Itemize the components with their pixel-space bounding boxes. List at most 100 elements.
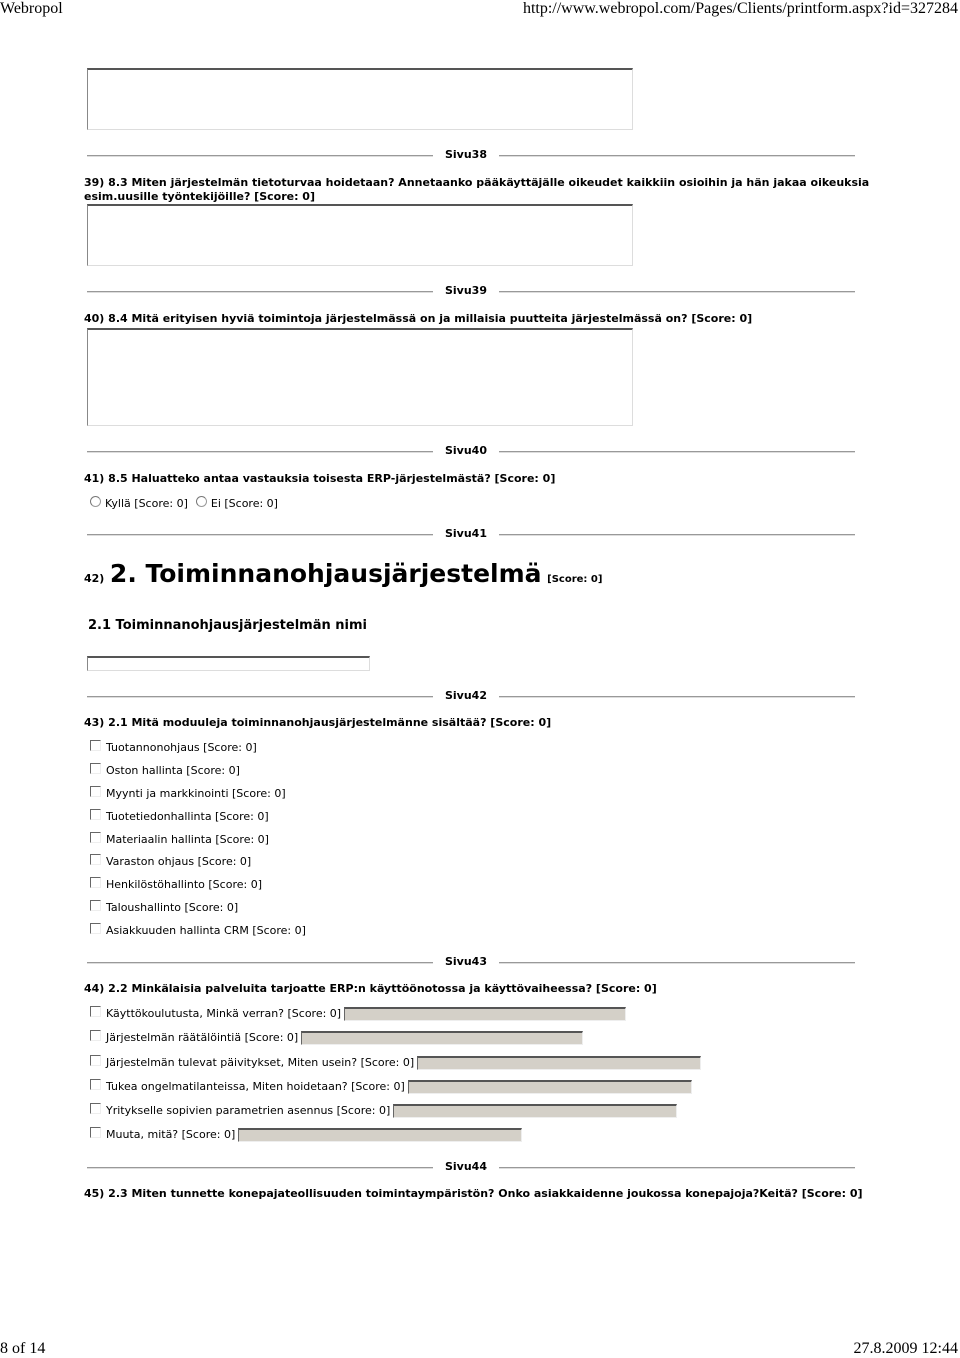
section-separator-sivu39: Sivu39 bbox=[87, 284, 855, 298]
module-option: Taloushallinto [Score: 0] bbox=[90, 899, 239, 915]
option-label: Oston hallinta [Score: 0] bbox=[106, 764, 240, 777]
page-url: http://www.webropol.com/Pages/Clients/pr… bbox=[522, 0, 958, 17]
module-option: Henkilöstöhallinto [Score: 0] bbox=[90, 876, 262, 892]
separator-line bbox=[499, 155, 855, 157]
checkbox[interactable] bbox=[90, 762, 101, 774]
separator-line bbox=[499, 534, 855, 536]
separator-line bbox=[87, 291, 433, 293]
separator-line bbox=[499, 696, 855, 698]
question-43: 43) 2.1 Mitä moduuleja toiminnanohjausjä… bbox=[84, 716, 552, 729]
section-separator-sivu44: Sivu44 bbox=[87, 1160, 855, 1174]
service-option: Järjestelmän tulevat päivitykset, Miten … bbox=[90, 1054, 702, 1070]
option-label: Henkilöstöhallinto [Score: 0] bbox=[106, 878, 262, 891]
module-option: Varaston ohjaus [Score: 0] bbox=[90, 853, 252, 869]
option-label: Taloushallinto [Score: 0] bbox=[106, 901, 239, 914]
question-42-number: 42) bbox=[84, 572, 105, 585]
service-option: Tukea ongelmatilanteissa, Miten hoidetaa… bbox=[90, 1078, 692, 1094]
checkbox[interactable] bbox=[90, 808, 101, 820]
radio-ei[interactable] bbox=[195, 495, 207, 507]
section-separator-sivu42: Sivu42 bbox=[87, 689, 855, 703]
checkbox[interactable] bbox=[90, 1126, 101, 1138]
question-41: 41) 8.5 Haluatteko antaa vastauksia tois… bbox=[84, 472, 556, 485]
option-label: Asiakkuuden hallinta CRM [Score: 0] bbox=[106, 924, 306, 937]
option-label: Muuta, mitä? [Score: 0] bbox=[106, 1128, 236, 1141]
option-label: Tukea ongelmatilanteissa, Miten hoidetaa… bbox=[106, 1080, 405, 1093]
option-label: Käyttökoulutusta, Minkä verran? [Score: … bbox=[106, 1007, 342, 1020]
separator-line bbox=[499, 291, 855, 293]
separator-line bbox=[87, 1167, 433, 1169]
option-label: Varaston ohjaus [Score: 0] bbox=[106, 855, 252, 868]
checkbox[interactable] bbox=[90, 1054, 101, 1066]
separator-line bbox=[87, 155, 433, 157]
section-separator-sivu40: Sivu40 bbox=[87, 444, 855, 458]
checkbox[interactable] bbox=[90, 785, 101, 797]
section-label: Sivu38 bbox=[444, 148, 487, 161]
question-39: 39) 8.3 Miten järjestelmän tietoturvaa h… bbox=[84, 176, 869, 204]
module-option: Tuotetiedonhallinta [Score: 0] bbox=[90, 808, 269, 824]
checkbox[interactable] bbox=[90, 831, 101, 843]
checkbox[interactable] bbox=[90, 739, 101, 751]
service-text-input[interactable] bbox=[393, 1104, 678, 1118]
question-42-heading: 42) 2. Toiminnanohjausjärjestelmä [Score… bbox=[84, 560, 602, 594]
separator-line bbox=[87, 451, 433, 453]
option-label: Järjestelmän räätälöintiä [Score: 0] bbox=[106, 1031, 299, 1044]
module-option: Asiakkuuden hallinta CRM [Score: 0] bbox=[90, 922, 306, 938]
service-text-input[interactable] bbox=[407, 1080, 692, 1094]
option-label: Tuotetiedonhallinta [Score: 0] bbox=[106, 810, 269, 823]
checkbox[interactable] bbox=[90, 853, 101, 865]
service-text-input[interactable] bbox=[417, 1056, 702, 1070]
module-option: Tuotannonohjaus [Score: 0] bbox=[90, 739, 257, 755]
separator-line bbox=[87, 696, 433, 698]
question-41-options: Kyllä [Score: 0] Ei [Score: 0] bbox=[90, 495, 278, 511]
section-title: 2. Toiminnanohjausjärjestelmä bbox=[109, 559, 542, 588]
question-40: 40) 8.4 Mitä erityisen hyviä toimintoja … bbox=[84, 312, 753, 325]
option-label: Myynti ja markkinointi [Score: 0] bbox=[106, 787, 286, 800]
checkbox[interactable] bbox=[90, 876, 101, 888]
radio-label: Kyllä [Score: 0] bbox=[105, 497, 188, 510]
question-39-line1: 39) 8.3 Miten järjestelmän tietoturvaa h… bbox=[84, 176, 870, 189]
erp-name-input[interactable] bbox=[87, 656, 370, 671]
score-label: [Score: 0] bbox=[547, 574, 603, 585]
question-45: 45) 2.3 Miten tunnette konepajateollisuu… bbox=[84, 1187, 863, 1200]
page-indicator: 8 of 14 bbox=[0, 1340, 46, 1357]
print-datetime: 27.8.2009 12:44 bbox=[853, 1340, 958, 1357]
section-label: Sivu44 bbox=[444, 1160, 487, 1173]
option-label: Materiaalin hallinta [Score: 0] bbox=[106, 833, 269, 846]
module-option: Oston hallinta [Score: 0] bbox=[90, 762, 240, 778]
checkbox[interactable] bbox=[90, 922, 101, 934]
service-option: Järjestelmän räätälöintiä [Score: 0] bbox=[90, 1029, 584, 1045]
service-option: Yritykselle sopivien parametrien asennus… bbox=[90, 1102, 678, 1118]
question-44: 44) 2.2 Minkälaisia palveluita tarjoatte… bbox=[84, 982, 657, 995]
question-40-answer-textarea[interactable] bbox=[87, 328, 633, 426]
previous-answer-textarea[interactable] bbox=[87, 68, 633, 130]
checkbox[interactable] bbox=[90, 899, 101, 911]
separator-line bbox=[87, 534, 433, 536]
module-option: Materiaalin hallinta [Score: 0] bbox=[90, 831, 269, 847]
checkbox[interactable] bbox=[90, 1005, 101, 1017]
service-option: Muuta, mitä? [Score: 0] bbox=[90, 1126, 523, 1142]
radio-kylla[interactable] bbox=[90, 495, 101, 507]
checkbox[interactable] bbox=[90, 1078, 101, 1090]
section-label: Sivu43 bbox=[444, 955, 487, 968]
section-label: Sivu41 bbox=[444, 527, 487, 540]
service-text-input[interactable] bbox=[301, 1031, 584, 1045]
section-label: Sivu40 bbox=[444, 444, 487, 457]
option-label: Järjestelmän tulevat päivitykset, Miten … bbox=[106, 1056, 415, 1069]
radio-label: Ei [Score: 0] bbox=[210, 497, 278, 510]
checkbox[interactable] bbox=[90, 1102, 101, 1114]
section-label: Sivu39 bbox=[444, 284, 487, 297]
section-separator-sivu38: Sivu38 bbox=[87, 148, 855, 162]
service-option: Käyttökoulutusta, Minkä verran? [Score: … bbox=[90, 1005, 627, 1021]
option-label: Tuotannonohjaus [Score: 0] bbox=[106, 741, 257, 754]
module-option: Myynti ja markkinointi [Score: 0] bbox=[90, 785, 286, 801]
checkbox[interactable] bbox=[90, 1029, 101, 1041]
service-text-input[interactable] bbox=[238, 1128, 523, 1142]
section-label: Sivu42 bbox=[444, 689, 487, 702]
separator-line bbox=[499, 962, 855, 964]
separator-line bbox=[87, 962, 433, 964]
question-39-answer-textarea[interactable] bbox=[87, 204, 633, 266]
option-label: Yritykselle sopivien parametrien asennus… bbox=[106, 1104, 391, 1117]
question-42-subheading: 2.1 Toiminnanohjausjärjestelmän nimi bbox=[88, 618, 367, 633]
separator-line bbox=[499, 451, 855, 453]
service-text-input[interactable] bbox=[344, 1007, 627, 1021]
